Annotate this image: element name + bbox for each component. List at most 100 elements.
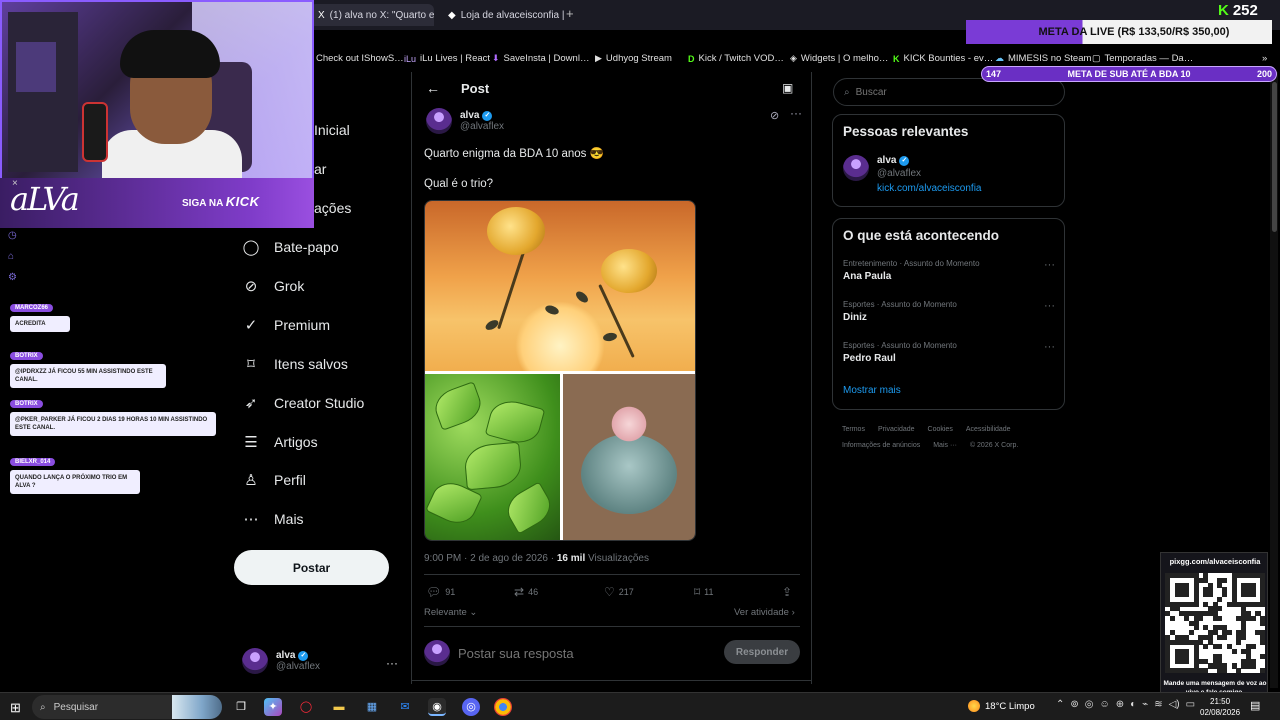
show-more-link[interactable]: Mostrar mais — [843, 385, 901, 396]
nav-item-partial[interactable]: ar — [314, 161, 326, 177]
more-options-icon[interactable]: ··· — [1044, 259, 1055, 271]
post-media-grid[interactable] — [424, 200, 696, 541]
reply-button[interactable]: Responder — [724, 640, 800, 664]
scrollbar-thumb[interactable] — [1272, 82, 1277, 232]
nav-item-mais[interactable]: ⋯ Mais — [242, 510, 304, 528]
chevron-up-icon[interactable]: ⌃ — [1056, 699, 1064, 710]
footer-link[interactable]: Acessibilidade — [966, 426, 1011, 433]
settings-icon[interactable]: ⚙ — [8, 272, 17, 283]
nav-item-creator-studio[interactable]: ➶ Creator Studio — [242, 394, 365, 412]
tab-loja[interactable]: ◆ Loja de alvaceisconfia | O — [440, 4, 564, 26]
bookmark-item[interactable]: ▢ Temporadas — Da… — [1092, 53, 1193, 64]
mint-leaves-image[interactable] — [425, 374, 560, 540]
bell-icon[interactable]: ⌂ — [8, 251, 17, 262]
bookmark-item[interactable]: ▶ Udhyog Stream — [595, 53, 672, 64]
nav-item-grok[interactable]: ⊘ Grok — [242, 277, 305, 295]
tray-app-icon[interactable]: ◐ — [1130, 699, 1136, 710]
nav-item-premium[interactable]: ✓ Premium — [242, 316, 330, 334]
bookmarks-more-button[interactable]: » — [1262, 53, 1267, 64]
back-arrow-icon[interactable]: ← — [426, 80, 440, 96]
chrome-icon[interactable] — [494, 698, 512, 716]
obs-icon[interactable]: ◉ — [428, 698, 446, 716]
sort-replies-dropdown[interactable]: Relevante ⌄ — [424, 607, 477, 618]
golden-roses-image[interactable] — [425, 201, 695, 391]
footer-link[interactable]: Informações de anúncios — [842, 442, 920, 449]
relevant-user[interactable]: alva ✓ @alvaflex kick.com/alvaceisconfia — [843, 155, 981, 194]
bookmark-item[interactable]: ☁ MIMESIS no Steam — [995, 53, 1091, 64]
nav-item-itens-salvos[interactable]: ⌑ Itens salvos — [242, 355, 348, 373]
bookmark-action[interactable]: ⌑ 11 — [694, 585, 714, 599]
card-title: Pessoas relevantes — [843, 124, 969, 139]
bookmark-item[interactable]: ◈ Widgets | O melho… — [790, 53, 888, 64]
share-action[interactable]: ⇪ — [782, 585, 792, 599]
grok-explain-icon[interactable]: ⊘ — [770, 109, 779, 122]
qr-module — [1198, 615, 1204, 621]
bookmark-item[interactable]: Check out IShowS… — [316, 53, 404, 64]
tray-app-icon[interactable]: ◎ — [1085, 699, 1094, 710]
bookmark-item[interactable]: K KICK Bounties - ev… — [893, 53, 993, 64]
nav-item-bate-papo[interactable]: ◯ Bate-papo — [242, 238, 339, 256]
post-author[interactable]: alva ✓ @alvaflex — [426, 108, 504, 134]
nav-item-perfil[interactable]: ♙ Perfil — [242, 471, 306, 489]
volume-icon[interactable]: ◁) — [1169, 699, 1180, 710]
store-icon[interactable]: ▦ — [363, 698, 381, 716]
reader-mode-icon[interactable]: ▣ — [782, 81, 793, 95]
bookmark-item[interactable]: ⬇ SaveInsta | Downl… — [492, 53, 589, 64]
battery-icon[interactable]: ▭ — [1186, 699, 1195, 710]
relevant-user-link[interactable]: kick.com/alvaceisconfia — [877, 183, 981, 194]
more-options-icon[interactable]: ··· — [1044, 341, 1055, 353]
scrollbar[interactable] — [1270, 72, 1278, 688]
qr-module — [1169, 615, 1175, 621]
close-icon[interactable]: × — [12, 178, 18, 189]
copilot-icon[interactable]: ✦ — [264, 698, 282, 716]
footer-link[interactable]: Mais ··· — [933, 442, 957, 449]
trend-item[interactable]: Esportes · Assunto do Momento Diniz ··· — [843, 300, 1055, 323]
post-time: 9:00 PM · 2 de ago de 2026 · — [424, 553, 557, 564]
trend-item[interactable]: Esportes · Assunto do Momento Pedro Raul… — [843, 341, 1055, 364]
peyote-cactus-image[interactable] — [563, 374, 695, 540]
footer-link[interactable]: Termos — [842, 426, 865, 433]
footer-link[interactable]: Privacidade — [878, 426, 915, 433]
notification-icon[interactable]: ▤ — [1250, 699, 1260, 712]
nav-label: Artigos — [274, 434, 318, 450]
trend-item[interactable]: Entretenimento · Assunto do Momento Ana … — [843, 259, 1055, 282]
discord-icon[interactable]: ◎ — [462, 698, 480, 716]
search-box[interactable]: ⌕ — [833, 78, 1065, 106]
nav-item-notificacoes-partial[interactable]: ações — [314, 200, 351, 216]
more-options-icon[interactable]: ··· — [1044, 300, 1055, 312]
tab-x-post[interactable]: X (1) alva no X: "Quarto enig — [310, 4, 434, 26]
taskbar-search[interactable]: ⌕ Pesquisar — [32, 695, 222, 719]
nav-item-artigos[interactable]: ☰ Artigos — [242, 433, 318, 451]
footer-link[interactable]: Cookies — [928, 426, 953, 433]
nav-item-inicial-partial[interactable]: Inicial — [314, 122, 350, 138]
mail-icon[interactable]: ✉ — [396, 698, 414, 716]
clock[interactable]: 21:50 02/08/2026 — [1200, 696, 1240, 718]
bookmark-item[interactable]: D Kick / Twitch VOD… — [688, 53, 784, 64]
account-switcher[interactable]: alva ✓ @alvaflex — [242, 648, 320, 674]
clock-icon[interactable]: ◷ — [8, 230, 17, 241]
bookmark-item[interactable]: iLu iLu Lives | React — [404, 53, 490, 64]
reply-input[interactable] — [458, 645, 718, 661]
tray-app-icon[interactable]: ☺ — [1100, 699, 1110, 710]
like-action[interactable]: ♡ 217 — [604, 585, 634, 599]
file-explorer-icon[interactable]: ▬ — [330, 698, 348, 716]
tray-app-icon[interactable]: ⊚ — [1070, 699, 1078, 710]
opera-icon[interactable]: ◯ — [297, 698, 315, 716]
repost-action[interactable]: ⇄ 46 — [514, 585, 538, 599]
weather-widget[interactable]: 18°C Limpo — [968, 700, 1035, 712]
more-options-icon[interactable]: ··· — [790, 106, 802, 120]
usb-icon[interactable]: ⌁ — [1142, 699, 1148, 710]
search-highlight-image — [172, 695, 222, 719]
windows-start-icon[interactable]: ⊞ — [10, 700, 21, 716]
relevant-people-card: Pessoas relevantes alva ✓ @alvaflex kick.… — [832, 114, 1065, 207]
tray-app-icon[interactable]: ⊕ — [1116, 699, 1124, 710]
search-input[interactable] — [855, 86, 1036, 98]
view-activity-link[interactable]: Ver atividade › — [734, 607, 795, 618]
new-tab-button[interactable]: + — [566, 6, 574, 21]
article-icon: ☰ — [244, 434, 258, 451]
post-button[interactable]: Postar — [234, 550, 389, 585]
task-view-icon[interactable]: ❐ — [232, 698, 250, 716]
account-more-icon[interactable]: ··· — [386, 656, 398, 670]
reply-action[interactable]: 💬︎ 91 — [426, 585, 455, 599]
wifi-icon[interactable]: ≋ — [1154, 699, 1162, 710]
